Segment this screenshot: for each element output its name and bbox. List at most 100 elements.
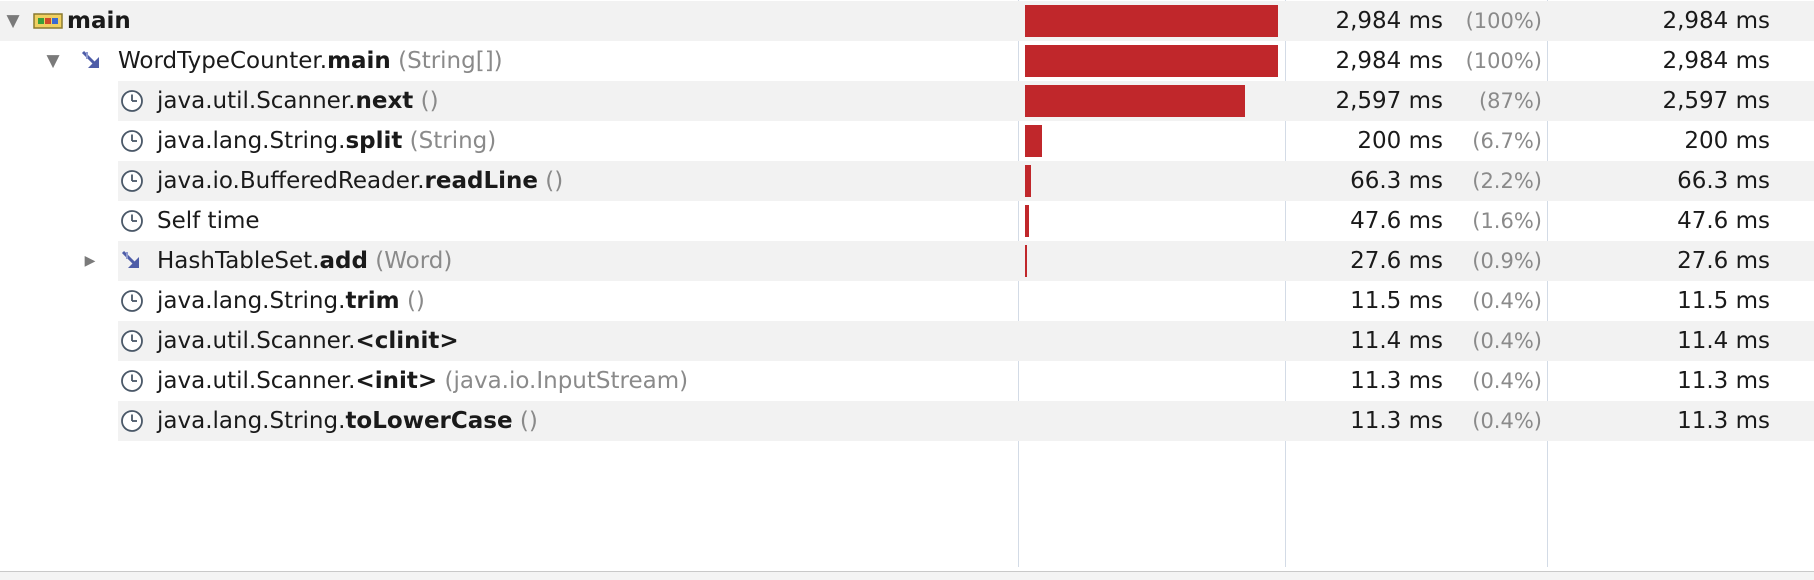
method-label: readLine	[424, 168, 538, 194]
time-percent: (87%)	[1478, 89, 1542, 113]
tree-row[interactable]: Self time 47.6 ms (1.6%) 47.6 ms	[0, 201, 1814, 241]
time-bar	[1025, 45, 1278, 77]
method-name: java.lang.String.toLowerCase ()	[157, 401, 538, 441]
clock-icon	[120, 209, 144, 233]
method-name: java.lang.String.trim ()	[157, 281, 425, 321]
total-time: 47.6 ms	[1350, 208, 1443, 234]
clock-icon	[120, 409, 144, 433]
time-bar	[1025, 85, 1245, 117]
time-bar	[1025, 5, 1278, 37]
self-time: 66.3 ms	[1677, 168, 1770, 194]
method-label: main	[67, 8, 131, 34]
time-bar	[1025, 245, 1027, 277]
call-tree-view: ▼ main 2,984 ms (100%) 2,984 ms ▼ WordTypeCoun…	[0, 0, 1814, 580]
total-time: 2,984 ms	[1335, 8, 1443, 34]
self-time: 11.3 ms	[1677, 408, 1770, 434]
self-time: 47.6 ms	[1677, 208, 1770, 234]
collapse-arrow-icon[interactable]: ▼	[3, 1, 23, 41]
total-time: 66.3 ms	[1350, 168, 1443, 194]
self-time: 2,597 ms	[1662, 88, 1770, 114]
time-percent: (0.4%)	[1472, 369, 1542, 393]
tree-row[interactable]: java.util.Scanner.next () 2,597 ms (87%) 2,…	[0, 81, 1814, 121]
total-time: 11.4 ms	[1350, 328, 1443, 354]
tree-row[interactable]: java.util.Scanner.<init> (java.io.InputS…	[0, 361, 1814, 401]
class-name: java.lang.String.	[157, 128, 346, 154]
tree-row[interactable]: java.lang.String.toLowerCase () 11.3 ms (0…	[0, 401, 1814, 441]
method-label: main	[327, 48, 391, 74]
method-label: next	[355, 88, 414, 114]
class-name: HashTableSet.	[157, 248, 320, 274]
total-time: 2,597 ms	[1335, 88, 1443, 114]
self-time: 2,984 ms	[1662, 48, 1770, 74]
class-name: java.util.Scanner.	[157, 368, 356, 394]
method-arguments: (String[])	[398, 48, 503, 74]
total-time: 11.5 ms	[1350, 288, 1443, 314]
method-label: add	[319, 248, 368, 274]
method-name: java.lang.String.split (String)	[157, 121, 496, 161]
clock-icon	[120, 369, 144, 393]
method-label: trim	[345, 288, 400, 314]
thread-icon	[33, 12, 63, 36]
time-percent: (0.4%)	[1472, 289, 1542, 313]
self-time: 200 ms	[1684, 128, 1770, 154]
tree-row[interactable]: ▶ HashTableSet.add (Word) 27.6 ms (0.9%) 27.…	[0, 241, 1814, 281]
time-percent: (1.6%)	[1472, 209, 1542, 233]
tree-row[interactable]: ▼ main 2,984 ms (100%) 2,984 ms	[0, 1, 1814, 41]
collapse-arrow-icon[interactable]: ▼	[43, 41, 63, 81]
self-time: 27.6 ms	[1677, 248, 1770, 274]
method-name: java.util.Scanner.<clinit>	[157, 321, 459, 361]
time-percent: (0.9%)	[1472, 249, 1542, 273]
method-arguments: (java.io.InputStream)	[444, 368, 689, 394]
class-name: java.lang.String.	[157, 288, 346, 314]
tree-row[interactable]: ▼ WordTypeCounter.main (String[]) 2,984 ms…	[0, 41, 1814, 81]
time-percent: (100%)	[1465, 49, 1542, 73]
expand-arrow-icon[interactable]: ▶	[80, 241, 100, 281]
self-time: 11.5 ms	[1677, 288, 1770, 314]
method-arguments: ()	[519, 408, 538, 434]
horizontal-scrollbar[interactable]	[0, 571, 1814, 580]
clock-icon	[120, 329, 144, 353]
tree-row[interactable]: java.io.BufferedReader.readLine () 66.3 m…	[0, 161, 1814, 201]
clock-icon	[120, 129, 144, 153]
class-name: java.util.Scanner.	[157, 328, 356, 354]
method-arguments: ()	[420, 88, 439, 114]
method-call-arrow-icon	[80, 49, 104, 73]
time-percent: (100%)	[1465, 9, 1542, 33]
method-name: main	[67, 1, 131, 41]
total-time: 2,984 ms	[1335, 48, 1443, 74]
tree-row[interactable]: java.lang.String.split (String) 200 ms (6.…	[0, 121, 1814, 161]
method-arguments: ()	[545, 168, 564, 194]
method-arguments: (String)	[409, 128, 497, 154]
time-percent: (0.4%)	[1472, 409, 1542, 433]
method-call-arrow-icon	[120, 249, 144, 273]
total-time: 200 ms	[1357, 128, 1443, 154]
class-name: WordTypeCounter.	[118, 48, 328, 74]
method-name: java.io.BufferedReader.readLine ()	[157, 161, 563, 201]
time-bar	[1025, 125, 1042, 157]
method-label: <init>	[355, 368, 438, 394]
clock-icon	[120, 89, 144, 113]
class-name: java.io.BufferedReader.	[157, 168, 425, 194]
class-name: java.util.Scanner.	[157, 88, 356, 114]
total-time: 11.3 ms	[1350, 368, 1443, 394]
self-time: 11.3 ms	[1677, 368, 1770, 394]
tree-row[interactable]: java.util.Scanner.<clinit> 11.4 ms (0.4%) 1…	[0, 321, 1814, 361]
method-arguments: (Word)	[375, 248, 453, 274]
class-name: java.lang.String.	[157, 408, 346, 434]
method-label: split	[345, 128, 403, 154]
clock-icon	[120, 289, 144, 313]
time-bar	[1025, 165, 1031, 197]
method-name: WordTypeCounter.main (String[])	[118, 41, 503, 81]
tree-row[interactable]: java.lang.String.trim () 11.5 ms (0.4%) 11.…	[0, 281, 1814, 321]
time-percent: (2.2%)	[1472, 169, 1542, 193]
self-time: 2,984 ms	[1662, 8, 1770, 34]
method-name: java.util.Scanner.<init> (java.io.InputS…	[157, 361, 688, 401]
method-label: toLowerCase	[345, 408, 513, 434]
self-time: 11.4 ms	[1677, 328, 1770, 354]
method-name: Self time	[157, 201, 260, 241]
total-time: 27.6 ms	[1350, 248, 1443, 274]
time-bar	[1025, 205, 1029, 237]
total-time: 11.3 ms	[1350, 408, 1443, 434]
method-name: HashTableSet.add (Word)	[157, 241, 452, 281]
time-percent: (0.4%)	[1472, 329, 1542, 353]
